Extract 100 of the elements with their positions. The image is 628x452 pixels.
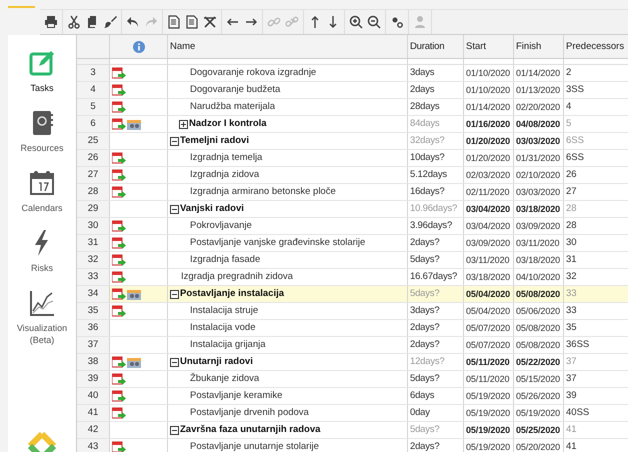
duration-cell: 32days?: [408, 133, 464, 149]
table-row[interactable]: 28 Izgradnja armirano betonske ploče 16days? 02/11/2020 03/03/2020 27: [77, 184, 628, 201]
table-row[interactable]: 40 Postavljanje keramike 6days 05/19/2020 05/26/2020 39: [77, 388, 628, 405]
task-name: Izgradnja fasade: [190, 253, 260, 267]
table-row[interactable]: 42 Završna faza unutarnjih radova 5days? 05/19/2020 05/25/2020 41: [77, 422, 628, 439]
brush-icon: [103, 15, 117, 29]
calendar-arrow-icon: [112, 254, 126, 266]
task-name: Nadzor I kontrola: [189, 117, 267, 131]
task-name: Narudžba materijala: [190, 100, 276, 114]
table-row[interactable]: 5 Narudžba materijala 28days 01/14/2020 02/20/2020 4: [77, 99, 628, 116]
table-row[interactable]: 30 Pokrovljavanje 3.96days? 03/04/2020 03/09/2020 28: [77, 218, 628, 235]
table-row[interactable]: 4 Dogovaranje budžeta 2days 01/10/2020 01/13/2020 3SS: [77, 82, 628, 99]
predecessors-cell-text: 33: [565, 287, 578, 301]
table-row[interactable]: 27 Izgradnja zidova 5.12days 02/03/2020 02/10/2020 26: [77, 167, 628, 184]
predecessors-cell-text: 5: [565, 117, 572, 131]
task-name: Instalacija vode: [190, 321, 256, 335]
predecessors-cell-text: 30: [565, 236, 578, 250]
table-row[interactable]: 38 Unutarnji radovi 12days? 05/11/2020 05/22/2020 37: [77, 354, 628, 371]
table-row[interactable]: 37 Instalacija grijanja 2days? 05/07/2020 05/08/2020 36SS: [77, 337, 628, 354]
task-name: Instalacija grijanja: [190, 338, 266, 352]
resource-icon: [127, 118, 141, 130]
collapse-toggle[interactable]: [170, 358, 179, 366]
finish-date-cell: 03/18/2020: [514, 252, 564, 268]
table-row[interactable]: 26 Izgradnja temelja 10days? 01/20/2020 01/31/2020 6SS: [77, 150, 628, 167]
collapse-toggle[interactable]: [170, 136, 179, 146]
finish-date-cell: 05/25/2020: [514, 422, 564, 438]
predecessors-cell-text: 41: [565, 423, 578, 437]
duration-cell: 84days: [408, 116, 464, 132]
table-row[interactable]: 32 Izgradnja fasade 5days? 03/11/2020 03/18/2020 31: [77, 252, 628, 269]
row-number-cell: 6: [77, 116, 110, 132]
start-date-cell: 03/04/2020: [464, 201, 514, 217]
row-number-cell: 4: [77, 82, 110, 98]
duration-cell: 16days?: [408, 184, 464, 200]
table-row[interactable]: 36 Instalacija vode 2days? 05/07/2020 05/08/2020 35: [77, 320, 628, 337]
finish-date-cell: 05/15/2020: [514, 371, 564, 387]
name-column-header[interactable]: Name: [168, 35, 408, 58]
table-row[interactable]: 34 Postavljanje instalacija 5days? 05/04/2020 05/08/2020 33: [77, 286, 628, 303]
predecessors-column-header[interactable]: Predecessors: [564, 35, 628, 58]
line-chart-icon: [28, 289, 56, 317]
task-name: Završna faza unutarnjih radova: [180, 423, 320, 437]
start-date-cell: 02/11/2020: [464, 184, 514, 200]
predecessors-cell-text: 28: [565, 219, 578, 233]
task-name: Pokrovljavanje: [190, 219, 252, 233]
calendar-arrow-icon: [112, 84, 126, 96]
finish-column-header[interactable]: Finish: [514, 35, 564, 58]
collapse-toggle[interactable]: [170, 426, 179, 434]
table-row[interactable]: 35 Instalacija struje 3days? 05/04/2020 05/06/2020 33: [77, 303, 628, 320]
start-date-cell: 01/10/2020: [464, 65, 514, 81]
duration-cell: 10.96days?: [408, 201, 464, 217]
table-row[interactable]: 29 Vanjski radovi 10.96days? 03/04/2020 03/18/2020 28: [77, 201, 628, 218]
start-date-cell: 05/19/2020: [464, 405, 514, 421]
predecessors-cell-text: 32: [565, 270, 578, 284]
finish-date-cell: 05/06/2020: [514, 303, 564, 319]
zoom-out-icon: [367, 15, 381, 29]
collapse-toggle[interactable]: [170, 290, 179, 298]
finish-date-cell: 01/13/2020: [514, 82, 564, 98]
duration-cell: 2days?: [408, 320, 464, 336]
row-number-cell: 32: [77, 252, 110, 268]
sidebar-item[interactable]: Visualization (Beta): [9, 289, 75, 346]
finish-date-cell: 04/08/2020: [514, 116, 564, 132]
duration-cell: 3days: [408, 65, 464, 81]
sidebar-item[interactable]: Tasks: [9, 49, 75, 94]
undo-icon: [126, 15, 140, 29]
table-row[interactable]: 41 Postavljanje drvenih podova 0day 05/19/2020 05/19/2020 40SS: [77, 405, 628, 422]
sidebar-item[interactable]: Calendars: [9, 169, 75, 214]
table-row[interactable]: 25 Temeljni radovi 32days? 01/20/2020 03/03/2020 6SS: [77, 133, 628, 150]
print-icon: [44, 15, 58, 29]
collapse-toggle[interactable]: [170, 204, 179, 214]
table-row[interactable]: 6 Nadzor I kontrola 84days 01/16/2020 04/08/2020 5: [77, 116, 628, 133]
task-name: Instalacija struje: [190, 304, 258, 318]
start-column-header[interactable]: Start: [464, 35, 514, 58]
start-date-cell: 01/10/2020: [464, 82, 514, 98]
table-row[interactable]: 31 Postavljanje vanjske građevinske stolarije 2days? 03/09/2020 03/11/2020 30: [77, 235, 628, 252]
table-row[interactable]: 43 Postavljanje unutarnje stolarije 2days? 05/19/2020 05/20/2020 41: [77, 439, 628, 452]
task-name: Izgradja pregradnih zidova: [181, 270, 293, 284]
predecessors-cell-text: 39: [565, 389, 578, 403]
task-name: Unutarnji radovi: [180, 355, 253, 369]
duration-cell: 5.12days: [408, 167, 464, 183]
predecessors-cell-text: 33: [565, 304, 578, 318]
calendar-arrow-icon: [112, 356, 126, 368]
duration-cell: 6days: [408, 388, 464, 404]
duration-column-header[interactable]: Duration: [408, 35, 464, 58]
start-date-cell: 05/11/2020: [464, 354, 514, 370]
sidebar-item[interactable]: Resources: [9, 109, 75, 154]
predecessors-cell-text: 28: [565, 202, 578, 216]
row-number-cell: 29: [77, 201, 110, 217]
table-row[interactable]: 39 Žbukanje zidova 5days? 05/11/2020 05/15/2020 37: [77, 371, 628, 388]
table-row[interactable]: 3 Dogovaranje rokova izgradnje 3days 01/10/2020 01/14/2020 2: [77, 65, 628, 82]
duration-cell: 5days?: [408, 252, 464, 268]
finish-date-cell: 01/14/2020: [514, 65, 564, 81]
finish-date-cell: 03/03/2020: [514, 184, 564, 200]
duration-cell: 2days?: [408, 439, 464, 452]
calendar-arrow-icon: [112, 66, 126, 80]
cut-icon: [67, 15, 81, 29]
calendar-arrow-icon: [112, 118, 126, 130]
tasks-icon: [28, 49, 56, 77]
task-name: Postavljanje drvenih podova: [190, 406, 309, 420]
copy-icon: [85, 15, 99, 29]
expand-toggle[interactable]: [179, 120, 188, 128]
sidebar-item[interactable]: Risks: [9, 229, 75, 274]
